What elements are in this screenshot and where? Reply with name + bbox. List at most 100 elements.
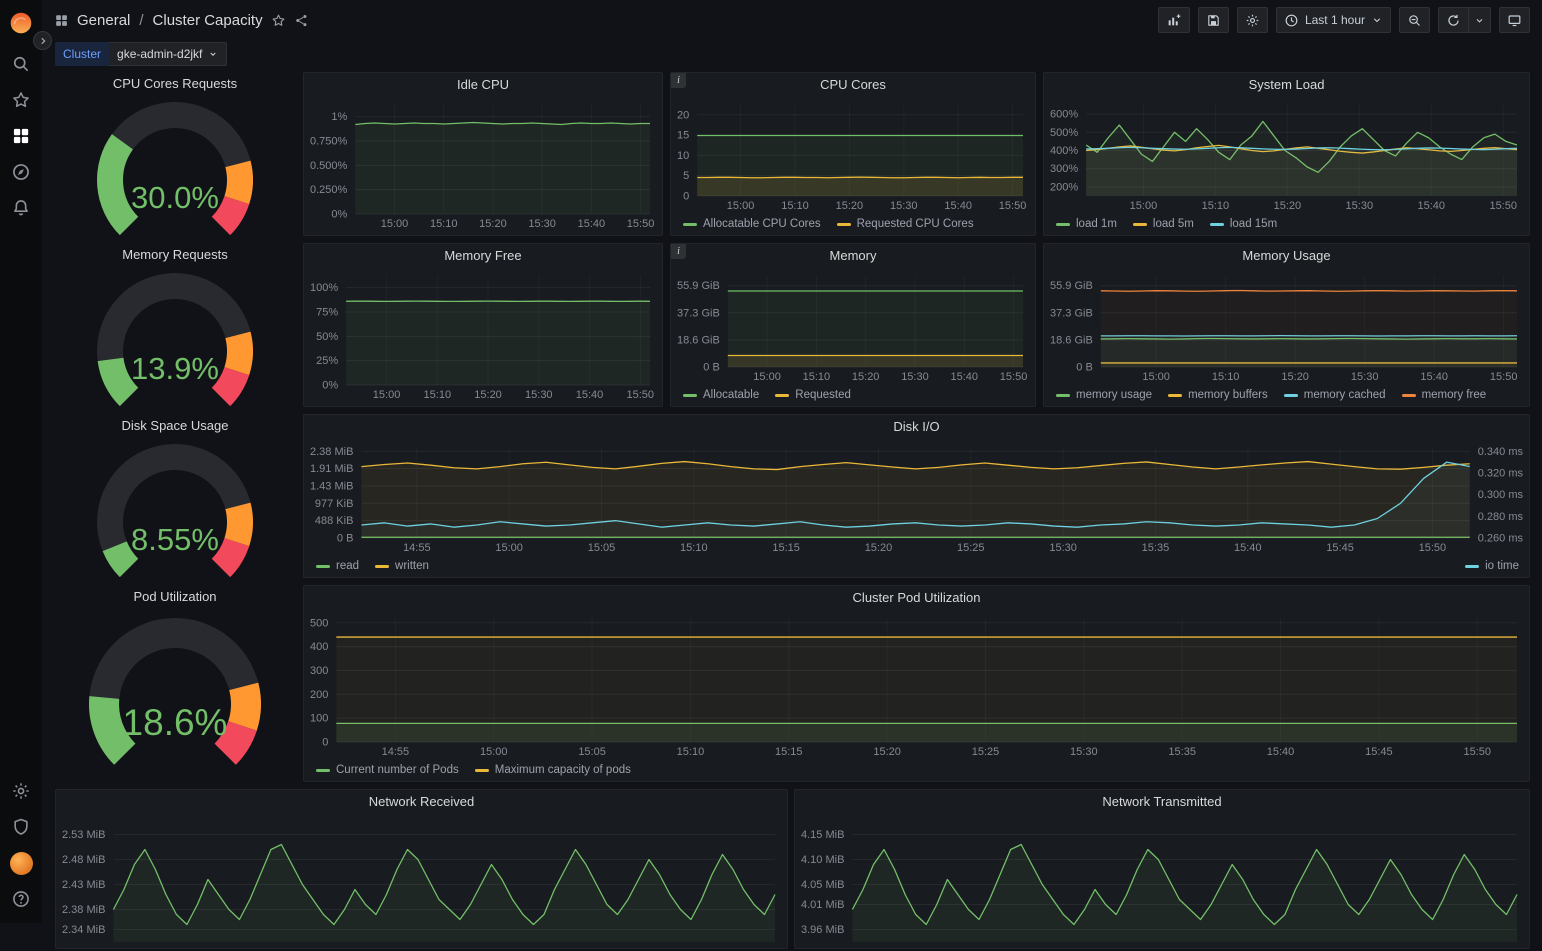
config-gear-icon[interactable] <box>0 773 42 809</box>
legend-item[interactable]: load 5m <box>1133 218 1194 230</box>
legend-item[interactable]: memory free <box>1402 389 1487 401</box>
legend-item[interactable]: io time <box>1465 560 1519 572</box>
legend-swatch <box>775 394 789 397</box>
cluster-variable[interactable]: Cluster gke-admin-d2jkf <box>55 42 227 66</box>
grafana-logo-icon <box>8 10 34 36</box>
panel-title[interactable]: Disk I/O <box>304 415 1529 439</box>
legend-swatch <box>375 565 389 568</box>
panel-title[interactable]: Pod Utilization <box>55 585 295 609</box>
dashboard-settings-button[interactable] <box>1237 7 1268 33</box>
panel-title[interactable]: CPU Cores Requests <box>55 72 295 96</box>
help-icon[interactable] <box>0 881 42 917</box>
disk-space-usage-gauge <box>55 438 295 578</box>
sidebar-expand-button[interactable] <box>33 31 52 50</box>
cycle-view-mode-button[interactable] <box>1499 7 1530 33</box>
refresh-icon <box>1446 13 1461 28</box>
legend: load 1m load 5m load 15m <box>1056 215 1519 233</box>
panel-title[interactable]: Memory Requests <box>55 243 295 267</box>
legend-item[interactable]: Requested CPU Cores <box>837 218 974 230</box>
alerting-bell-icon[interactable] <box>0 190 42 226</box>
network-transmitted-chart[interactable] <box>799 814 1525 948</box>
chevron-down-icon <box>1371 14 1383 26</box>
legend-item[interactable]: load 15m <box>1210 218 1277 230</box>
time-range-picker[interactable]: Last 1 hour <box>1276 7 1391 33</box>
breadcrumb-folder[interactable]: General <box>77 12 130 29</box>
panel-disk-space-usage: Disk Space Usage <box>55 414 295 578</box>
search-icon[interactable] <box>0 46 42 82</box>
panel-title[interactable]: Memory Free <box>304 244 662 268</box>
zoom-out-icon <box>1407 13 1422 28</box>
explore-icon[interactable] <box>0 154 42 190</box>
legend: Allocatable Requested <box>683 386 1025 404</box>
cluster-pod-utilization-chart[interactable] <box>308 610 1525 759</box>
page-title[interactable]: Cluster Capacity <box>153 12 263 29</box>
breadcrumb: General / Cluster Capacity <box>54 12 309 29</box>
panel-title[interactable]: Memory Usage <box>1044 244 1529 268</box>
disk-io-chart[interactable] <box>308 439 1525 555</box>
memory-usage-chart[interactable] <box>1048 268 1525 384</box>
legend-item[interactable]: Requested <box>775 389 851 401</box>
save-dashboard-button[interactable] <box>1198 7 1229 33</box>
panel-title[interactable]: Cluster Pod Utilization <box>304 586 1529 610</box>
legend-swatch <box>1056 394 1070 397</box>
panel-title[interactable]: Memory <box>671 244 1035 268</box>
legend-item[interactable]: written <box>375 560 429 572</box>
legend-label: Maximum capacity of pods <box>495 764 631 776</box>
legend-label: Allocatable <box>703 389 759 401</box>
panel-info-icon[interactable]: i <box>671 73 686 88</box>
save-icon <box>1206 13 1221 28</box>
star-dashboard-icon[interactable] <box>271 13 286 28</box>
legend-swatch <box>316 769 330 772</box>
user-avatar[interactable] <box>0 845 42 881</box>
panel-title[interactable]: Idle CPU <box>304 73 662 97</box>
dashboards-icon[interactable] <box>0 118 42 154</box>
admin-shield-icon[interactable] <box>0 809 42 845</box>
legend-swatch <box>475 769 489 772</box>
legend-item[interactable]: memory buffers <box>1168 389 1268 401</box>
panel-title[interactable]: Network Transmitted <box>795 790 1529 814</box>
refresh-interval-button[interactable] <box>1469 7 1491 33</box>
system-load-chart[interactable] <box>1048 97 1525 213</box>
legend-item[interactable]: Current number of Pods <box>316 764 459 776</box>
legend-item[interactable]: memory usage <box>1056 389 1152 401</box>
starred-icon[interactable] <box>0 82 42 118</box>
legend-item[interactable]: read <box>316 560 359 572</box>
dashboard-header: General / Cluster Capacity Last 1 hour <box>42 0 1542 40</box>
share-icon[interactable] <box>294 13 309 28</box>
legend-item[interactable]: Maximum capacity of pods <box>475 764 631 776</box>
idle-cpu-chart[interactable] <box>308 97 658 231</box>
legend-item[interactable]: memory cached <box>1284 389 1386 401</box>
panel-info-icon[interactable]: i <box>671 244 686 259</box>
panel-title[interactable]: Disk Space Usage <box>55 414 295 438</box>
panel-title[interactable]: CPU Cores <box>671 73 1035 97</box>
panel-memory-free: Memory Free <box>303 243 663 407</box>
cluster-variable-value[interactable]: gke-admin-d2jkf <box>109 42 227 66</box>
refresh-button[interactable] <box>1438 7 1469 33</box>
cpu-cores-chart[interactable] <box>675 97 1031 213</box>
pod-utilization-gauge <box>55 609 295 782</box>
clock-icon <box>1284 13 1299 28</box>
legend-label: memory buffers <box>1188 389 1268 401</box>
legend: Allocatable CPU Cores Requested CPU Cores <box>683 215 1025 233</box>
legend-label: written <box>395 560 429 572</box>
legend-item[interactable]: Allocatable <box>683 389 759 401</box>
network-received-chart[interactable] <box>60 814 783 948</box>
memory-free-chart[interactable] <box>308 268 658 402</box>
chevron-down-icon <box>208 49 218 59</box>
legend-label: io time <box>1485 560 1519 572</box>
refresh-group <box>1438 7 1491 33</box>
legend-swatch <box>683 223 697 226</box>
legend-item[interactable]: Allocatable CPU Cores <box>683 218 821 230</box>
panel-memory-usage: Memory Usage memory usage memory buffers m… <box>1043 243 1530 407</box>
memory-chart[interactable] <box>675 268 1031 384</box>
legend-label: Requested CPU Cores <box>857 218 974 230</box>
add-panel-button[interactable] <box>1158 7 1190 33</box>
panel-title[interactable]: System Load <box>1044 73 1529 97</box>
panel-title[interactable]: Network Received <box>56 790 787 814</box>
legend-item[interactable]: load 1m <box>1056 218 1117 230</box>
zoom-out-button[interactable] <box>1399 7 1430 33</box>
sidebar-bottom <box>0 773 42 917</box>
dashboards-grid-icon <box>54 13 69 28</box>
legend-swatch <box>683 394 697 397</box>
legend-swatch <box>1056 223 1070 226</box>
